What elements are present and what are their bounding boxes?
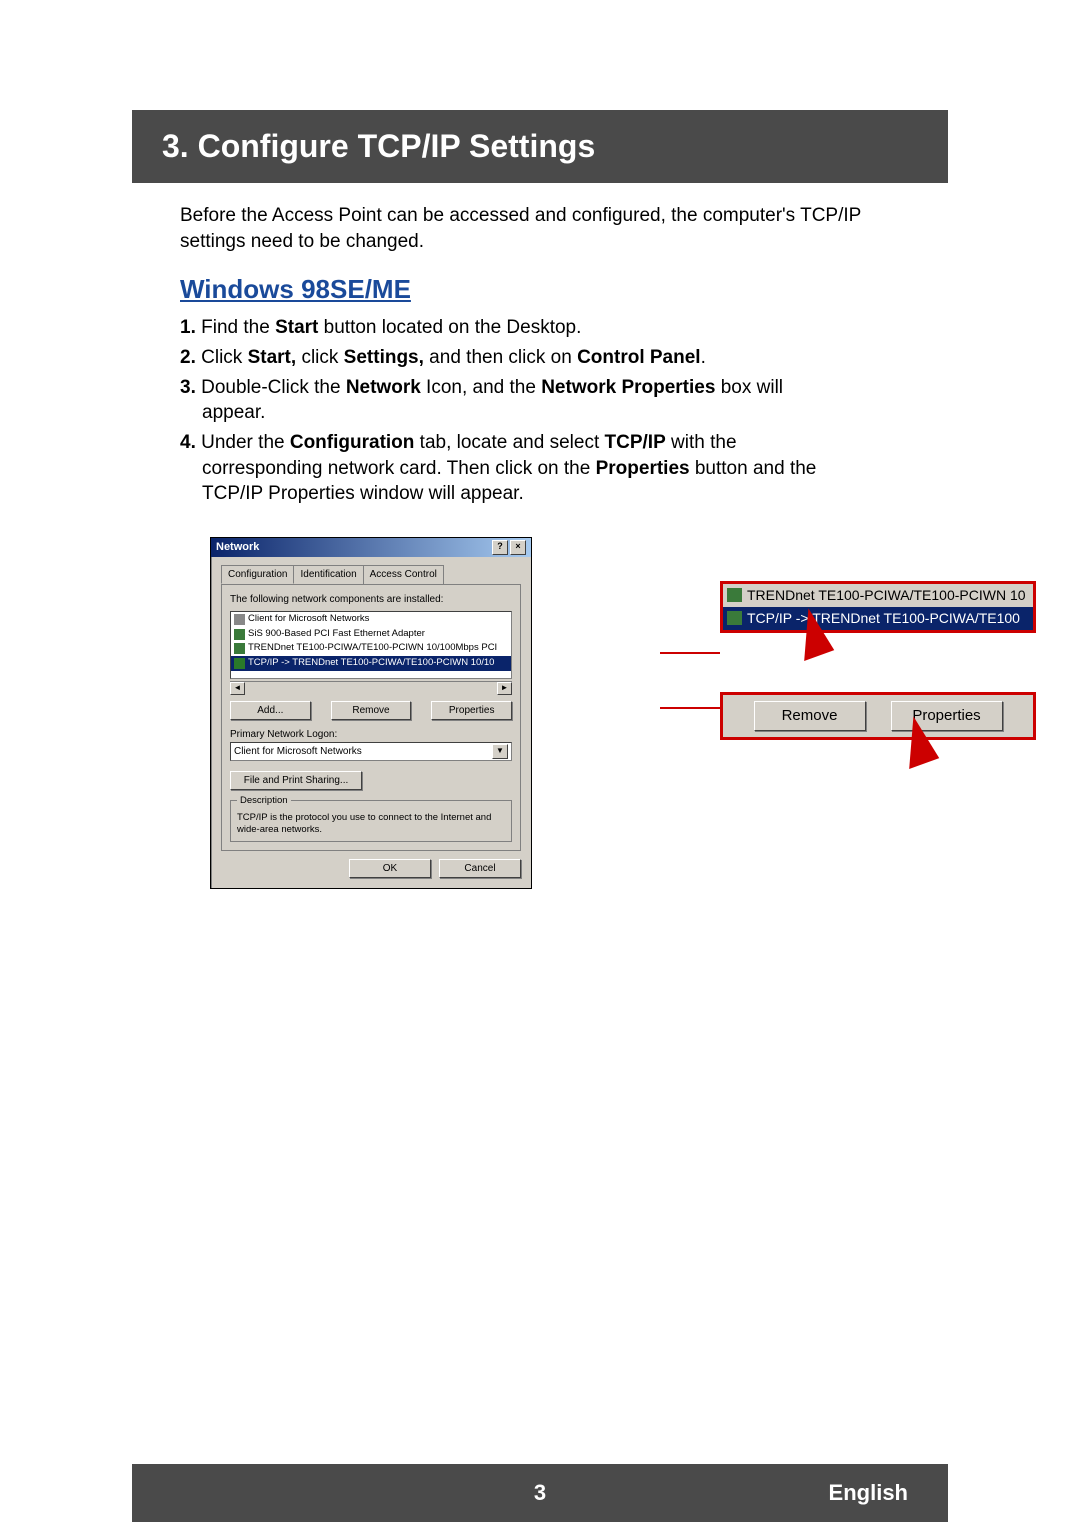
scroll-left-icon[interactable]: ◄ [230, 682, 245, 695]
adapter-icon [234, 643, 245, 654]
scroll-right-icon[interactable]: ► [497, 682, 512, 695]
list-item-selected[interactable]: TCP/IP -> TRENDnet TE100-PCIWA/TE100-PCI… [231, 656, 511, 671]
tab-strip: Configuration Identification Access Cont… [221, 565, 521, 585]
page-number: 3 [534, 1480, 546, 1506]
logon-label: Primary Network Logon: [230, 728, 512, 742]
dialog-title: Network [216, 540, 259, 555]
list-label: The following network components are ins… [230, 593, 512, 607]
os-subheading: Windows 98SE/ME [180, 272, 920, 307]
step-number: 1. [180, 317, 196, 338]
step-number: 3. [180, 377, 196, 398]
list-item[interactable]: TRENDnet TE100-PCIWA/TE100-PCIWN 10/100M… [231, 641, 511, 656]
intro-paragraph: Before the Access Point can be accessed … [180, 203, 920, 254]
properties-button[interactable]: Properties [431, 701, 512, 721]
ok-button[interactable]: OK [349, 859, 431, 879]
list-item[interactable]: Client for Microsoft Networks [231, 612, 511, 627]
client-icon [234, 614, 245, 625]
tab-configuration[interactable]: Configuration [221, 565, 294, 585]
protocol-icon [234, 658, 245, 669]
callout-buttons-zoom: Remove Properties [720, 692, 1036, 740]
step-3: 3. Double-Click the Network Icon, and th… [180, 375, 920, 426]
step-1: 1. Find the Start button located on the … [180, 315, 920, 341]
protocol-icon [727, 611, 742, 625]
section-header: 3. Configure TCP/IP Settings [132, 110, 948, 183]
connector-line [660, 652, 720, 654]
description-text: TCP/IP is the protocol you use to connec… [237, 812, 505, 835]
description-group: Description TCP/IP is the protocol you u… [230, 800, 512, 842]
file-print-sharing-button[interactable]: File and Print Sharing... [230, 771, 362, 791]
list-item[interactable]: SiS 900-Based PCI Fast Ethernet Adapter [231, 627, 511, 642]
components-listbox[interactable]: Client for Microsoft Networks SiS 900-Ba… [230, 611, 512, 679]
connector-line [660, 707, 720, 709]
horizontal-scrollbar[interactable]: ◄ ► [230, 681, 512, 695]
adapter-icon [234, 629, 245, 640]
step-number: 2. [180, 347, 196, 368]
logon-value: Client for Microsoft Networks [234, 745, 362, 759]
callout-item-selected: TCP/IP -> TRENDnet TE100-PCIWA/TE100 [723, 607, 1033, 630]
adapter-icon [727, 588, 742, 602]
remove-button-zoom: Remove [754, 701, 866, 731]
step-number: 4. [180, 432, 196, 453]
footer-bar: 3 English [132, 1464, 948, 1522]
callout-item: TRENDnet TE100-PCIWA/TE100-PCIWN 10 [723, 584, 1033, 607]
remove-button[interactable]: Remove [331, 701, 412, 721]
close-icon[interactable]: × [510, 540, 526, 555]
step-2: 2. Click Start, click Settings, and then… [180, 345, 920, 371]
language-label: English [829, 1480, 908, 1506]
chevron-down-icon[interactable]: ▼ [492, 744, 508, 759]
help-icon[interactable]: ? [492, 540, 508, 555]
steps-list: 1. Find the Start button located on the … [180, 315, 920, 506]
network-dialog: Network ? × Configuration Identification… [210, 537, 532, 890]
tab-panel: The following network components are ins… [221, 584, 521, 851]
tab-identification[interactable]: Identification [293, 565, 363, 585]
content-area: Before the Access Point can be accessed … [180, 203, 920, 889]
description-legend: Description [237, 795, 291, 808]
callout-list-zoom: TRENDnet TE100-PCIWA/TE100-PCIWN 10 TCP/… [720, 581, 1036, 633]
step-4: 4. Under the Configuration tab, locate a… [180, 430, 920, 507]
cancel-button[interactable]: Cancel [439, 859, 521, 879]
logon-combo[interactable]: Client for Microsoft Networks ▼ [230, 742, 512, 761]
tab-access-control[interactable]: Access Control [363, 565, 444, 585]
dialog-titlebar: Network ? × [211, 538, 531, 557]
add-button[interactable]: Add... [230, 701, 311, 721]
diagram-row: Network ? × Configuration Identification… [210, 537, 920, 890]
